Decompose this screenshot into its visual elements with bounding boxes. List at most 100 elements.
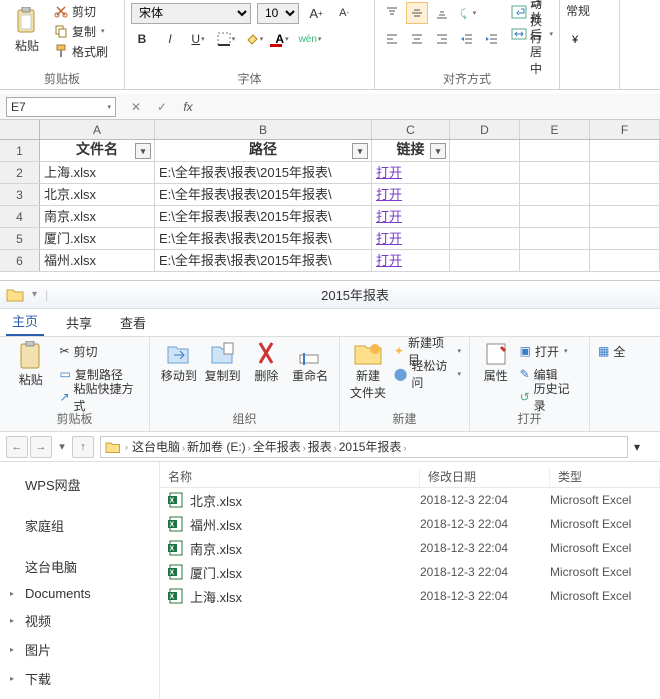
currency-button[interactable]: ¥ bbox=[566, 28, 588, 50]
row-5[interactable]: 5 bbox=[0, 228, 40, 249]
cell-filename[interactable]: 厦门.xlsx bbox=[40, 228, 155, 249]
row-3[interactable]: 3 bbox=[0, 184, 40, 205]
cell-link[interactable]: 打开 bbox=[372, 206, 450, 227]
file-row[interactable]: X福州.xlsx 2018-12-3 22:04 Microsoft Excel bbox=[160, 512, 660, 536]
nav-up-button[interactable]: ↑ bbox=[72, 436, 94, 458]
phonetic-button[interactable]: wén▾ bbox=[299, 28, 321, 50]
col-A[interactable]: A bbox=[40, 120, 155, 139]
increase-indent-button[interactable] bbox=[481, 28, 503, 50]
header-filename[interactable]: 文件名 bbox=[40, 140, 155, 161]
crumb[interactable]: 全年报表 bbox=[253, 440, 301, 454]
decrease-indent-button[interactable] bbox=[456, 28, 478, 50]
file-row[interactable]: X南京.xlsx 2018-12-3 22:04 Microsoft Excel bbox=[160, 536, 660, 560]
crumb[interactable]: 报表 bbox=[308, 440, 332, 454]
copy-button[interactable]: 复制▾ bbox=[54, 22, 108, 40]
file-row[interactable]: X北京.xlsx 2018-12-3 22:04 Microsoft Excel bbox=[160, 488, 660, 512]
align-left-button[interactable] bbox=[381, 28, 403, 50]
nav-documents[interactable]: ▸Documents bbox=[4, 581, 155, 606]
tab-share[interactable]: 共享 bbox=[60, 309, 98, 336]
font-size-select[interactable]: 10 bbox=[257, 3, 299, 24]
col-D[interactable]: D bbox=[450, 120, 520, 139]
col-F[interactable]: F bbox=[590, 120, 660, 139]
cell-path[interactable]: E:\全年报表\报表\2015年报表\ bbox=[155, 184, 372, 205]
align-center-button[interactable] bbox=[406, 28, 428, 50]
cell-link[interactable]: 打开 bbox=[372, 184, 450, 205]
col-B[interactable]: B bbox=[155, 120, 372, 139]
align-top-button[interactable] bbox=[381, 2, 403, 24]
col-header-type[interactable]: 类型 bbox=[550, 468, 660, 487]
nav-back-button[interactable]: ← bbox=[6, 436, 28, 458]
ex-easyaccess-button[interactable]: ⬤轻松访问▾ bbox=[394, 364, 461, 384]
nav-recent-button[interactable]: ▾ bbox=[54, 436, 70, 458]
nav-pictures[interactable]: ▸图片 bbox=[4, 635, 155, 664]
row-4[interactable]: 4 bbox=[0, 206, 40, 227]
ex-select-all-button[interactable]: ▦全 bbox=[598, 341, 622, 361]
ex-rename-button[interactable]: 重命名 bbox=[289, 341, 331, 384]
select-all-corner[interactable] bbox=[0, 120, 40, 139]
col-header-name[interactable]: 名称 bbox=[160, 468, 420, 487]
font-family-select[interactable]: 宋体 bbox=[131, 3, 251, 24]
name-box[interactable]: E7 ▾ bbox=[6, 97, 116, 117]
address-dropdown[interactable]: ▾ bbox=[634, 440, 654, 454]
italic-button[interactable]: I bbox=[159, 28, 181, 50]
ex-newfolder-button[interactable]: 新建 文件夹 bbox=[348, 341, 388, 401]
cell-filename[interactable]: 上海.xlsx bbox=[40, 162, 155, 183]
row-1[interactable]: 1 bbox=[0, 140, 40, 161]
cell-link[interactable]: 打开 bbox=[372, 250, 450, 271]
crumb[interactable]: 新加卷 (E:) bbox=[187, 440, 246, 454]
accept-formula-button[interactable]: ✓ bbox=[152, 97, 172, 117]
bold-button[interactable]: B bbox=[131, 28, 153, 50]
nav-forward-button[interactable]: → bbox=[30, 436, 52, 458]
col-header-date[interactable]: 修改日期 bbox=[420, 468, 550, 487]
number-format-select[interactable]: 常规 bbox=[566, 2, 613, 22]
file-row[interactable]: X上海.xlsx 2018-12-3 22:04 Microsoft Excel bbox=[160, 584, 660, 608]
cell-filename[interactable]: 南京.xlsx bbox=[40, 206, 155, 227]
cell-path[interactable]: E:\全年报表\报表\2015年报表\ bbox=[155, 228, 372, 249]
crumb[interactable]: 2015年报表 bbox=[339, 440, 402, 454]
nav-videos[interactable]: ▸视频 bbox=[4, 606, 155, 635]
underline-button[interactable]: U▾ bbox=[187, 28, 209, 50]
tab-home[interactable]: 主页 bbox=[6, 307, 44, 336]
fill-color-button[interactable]: ▾ bbox=[243, 28, 265, 50]
fx-icon[interactable]: fx bbox=[178, 97, 198, 117]
font-color-button[interactable]: A▾ bbox=[271, 28, 293, 50]
cut-button[interactable]: 剪切 bbox=[54, 2, 108, 20]
cell-filename[interactable]: 福州.xlsx bbox=[40, 250, 155, 271]
ex-history-button[interactable]: ↺历史记录 bbox=[520, 387, 581, 407]
tab-view[interactable]: 查看 bbox=[114, 309, 152, 336]
cell-link[interactable]: 打开 bbox=[372, 228, 450, 249]
format-painter-button[interactable]: 格式刷 bbox=[54, 42, 108, 60]
merge-center-button[interactable]: 合并后居中▾ bbox=[511, 24, 553, 44]
col-E[interactable]: E bbox=[520, 120, 590, 139]
ex-properties-button[interactable]: 属性 bbox=[478, 341, 514, 407]
breadcrumb[interactable]: › 这台电脑›新加卷 (E:)›全年报表›报表›2015年报表› bbox=[100, 436, 628, 458]
cell-path[interactable]: E:\全年报表\报表\2015年报表\ bbox=[155, 162, 372, 183]
align-bottom-button[interactable] bbox=[431, 2, 453, 24]
align-right-button[interactable] bbox=[431, 28, 453, 50]
align-middle-button[interactable] bbox=[406, 2, 428, 24]
cell-link[interactable]: 打开 bbox=[372, 162, 450, 183]
cell-path[interactable]: E:\全年报表\报表\2015年报表\ bbox=[155, 250, 372, 271]
ex-open-button[interactable]: ▣打开▾ bbox=[520, 341, 581, 361]
cell-filename[interactable]: 北京.xlsx bbox=[40, 184, 155, 205]
nav-thispc[interactable]: 这台电脑 bbox=[4, 552, 155, 581]
orientation-button[interactable]: ⤹▾ bbox=[456, 2, 478, 24]
shrink-font-button[interactable]: A- bbox=[333, 2, 355, 24]
worksheet[interactable]: A B C D E F 1 文件名 路径 链接 2 上海.xlsx E:\全年报… bbox=[0, 120, 660, 272]
nav-wps[interactable]: WPS网盘 bbox=[4, 470, 155, 499]
col-C[interactable]: C bbox=[372, 120, 450, 139]
ex-cut-button[interactable]: ✂剪切 bbox=[59, 341, 141, 361]
border-button[interactable]: ▾ bbox=[215, 28, 237, 50]
ex-move-button[interactable]: 移动到 bbox=[158, 341, 200, 384]
ex-delete-button[interactable]: 删除 bbox=[246, 341, 288, 384]
ex-copy-button[interactable]: 复制到 bbox=[202, 341, 244, 384]
ex-paste-button[interactable]: 粘贴 bbox=[8, 341, 53, 407]
nav-downloads[interactable]: ▸下载 bbox=[4, 664, 155, 693]
row-6[interactable]: 6 bbox=[0, 250, 40, 271]
formula-input[interactable] bbox=[204, 97, 654, 117]
file-row[interactable]: X厦门.xlsx 2018-12-3 22:04 Microsoft Excel bbox=[160, 560, 660, 584]
nav-homegroup[interactable]: 家庭组 bbox=[4, 511, 155, 540]
cell-path[interactable]: E:\全年报表\报表\2015年报表\ bbox=[155, 206, 372, 227]
crumb[interactable]: 这台电脑 bbox=[132, 440, 180, 454]
ex-paste-shortcut-button[interactable]: ↗粘贴快捷方式 bbox=[59, 387, 141, 407]
